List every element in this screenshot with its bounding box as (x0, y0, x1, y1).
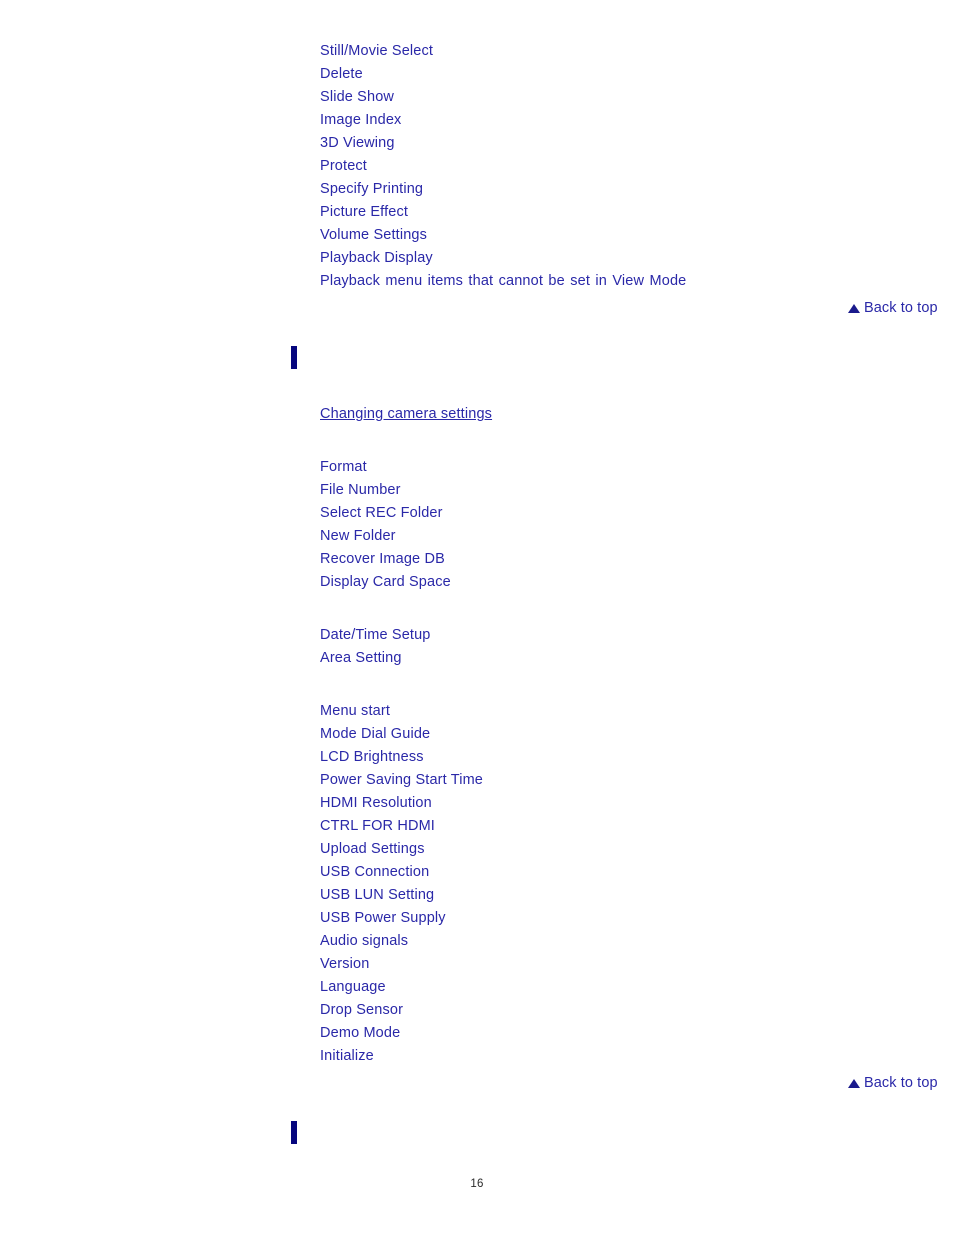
list-item: Picture Effect (320, 201, 686, 224)
setup-toc-link-11[interactable]: Version (320, 956, 369, 972)
back-to-top-label: Back to top (864, 300, 938, 316)
list-item: USB Connection (320, 861, 483, 884)
clock-toc-link-0[interactable]: Date/Time Setup (320, 627, 431, 643)
list-item: Playback Display (320, 247, 686, 270)
list-item: Mode Dial Guide (320, 723, 483, 746)
memory-card-toc-link-5[interactable]: Display Card Space (320, 574, 451, 590)
memory-card-toc-link-4[interactable]: Recover Image DB (320, 551, 445, 567)
setup-toc-link-2[interactable]: LCD Brightness (320, 749, 424, 765)
list-item: Select REC Folder (320, 502, 451, 525)
back-to-top-label: Back to top (864, 1075, 938, 1091)
changing-camera-settings-link[interactable]: Changing camera settings (320, 403, 492, 426)
list-item: USB LUN Setting (320, 884, 483, 907)
playback-toc-link-3[interactable]: Image Index (320, 112, 401, 128)
list-item: Upload Settings (320, 838, 483, 861)
memory-card-toc-link-0[interactable]: Format (320, 459, 367, 475)
setup-toc-link-3[interactable]: Power Saving Start Time (320, 772, 483, 788)
setup-toc-list: Menu start Mode Dial Guide LCD Brightness P… (320, 700, 483, 1068)
list-item: Slide Show (320, 86, 686, 109)
playback-toc-link-6[interactable]: Specify Printing (320, 181, 423, 197)
playback-toc-link-9[interactable]: Playback Display (320, 250, 433, 266)
list-item: Playback menu items that cannot be set i… (320, 270, 686, 293)
list-item: Area Setting (320, 647, 431, 670)
memory-card-toc-link-2[interactable]: Select REC Folder (320, 505, 443, 521)
setup-toc-link-15[interactable]: Initialize (320, 1048, 374, 1064)
clock-toc-link-1[interactable]: Area Setting (320, 650, 402, 666)
list-item: Demo Mode (320, 1022, 483, 1045)
playback-toc-link-2[interactable]: Slide Show (320, 89, 394, 105)
setup-toc-link-9[interactable]: USB Power Supply (320, 910, 446, 926)
playback-menu-toc-list: Still/Movie Select Delete Slide Show Image … (320, 40, 686, 293)
setup-toc-link-7[interactable]: USB Connection (320, 864, 429, 880)
list-item: Language (320, 976, 483, 999)
setup-toc-link-14[interactable]: Demo Mode (320, 1025, 400, 1041)
back-to-top-link-lower[interactable]: Back to top (848, 1073, 938, 1093)
setup-toc-link-5[interactable]: CTRL FOR HDMI (320, 818, 435, 834)
list-item: USB Power Supply (320, 907, 483, 930)
playback-toc-link-1[interactable]: Delete (320, 66, 363, 82)
list-item: 3D Viewing (320, 132, 686, 155)
list-item: Version (320, 953, 483, 976)
setup-toc-link-1[interactable]: Mode Dial Guide (320, 726, 430, 742)
section-marker-bar-upper (291, 346, 297, 369)
list-item: New Folder (320, 525, 451, 548)
setup-toc-link-12[interactable]: Language (320, 979, 386, 995)
list-item: Still/Movie Select (320, 40, 686, 63)
section-marker-bar-lower (291, 1121, 297, 1144)
setup-toc-link-13[interactable]: Drop Sensor (320, 1002, 403, 1018)
setup-toc-link-6[interactable]: Upload Settings (320, 841, 425, 857)
setup-toc-link-8[interactable]: USB LUN Setting (320, 887, 434, 903)
triangle-up-icon (848, 303, 860, 313)
list-item: Protect (320, 155, 686, 178)
memory-card-tool-toc-list: Format File Number Select REC Folder New Fo… (320, 456, 451, 594)
list-item: File Number (320, 479, 451, 502)
setup-toc-link-0[interactable]: Menu start (320, 703, 390, 719)
list-item: LCD Brightness (320, 746, 483, 769)
list-item: Drop Sensor (320, 999, 483, 1022)
clock-settings-toc-list: Date/Time Setup Area Setting (320, 624, 431, 670)
setup-toc-link-4[interactable]: HDMI Resolution (320, 795, 432, 811)
list-item: Format (320, 456, 451, 479)
list-item: Power Saving Start Time (320, 769, 483, 792)
playback-toc-link-8[interactable]: Volume Settings (320, 227, 427, 243)
list-item: CTRL FOR HDMI (320, 815, 483, 838)
playback-toc-link-4[interactable]: 3D Viewing (320, 135, 395, 151)
list-item: Menu start (320, 700, 483, 723)
memory-card-toc-link-3[interactable]: New Folder (320, 528, 396, 544)
list-item: Audio signals (320, 930, 483, 953)
playback-toc-link-0[interactable]: Still/Movie Select (320, 43, 433, 59)
playback-toc-link-10[interactable]: Playback menu items that cannot be set i… (320, 273, 686, 289)
setup-toc-link-10[interactable]: Audio signals (320, 933, 408, 949)
back-to-top-link-upper[interactable]: Back to top (848, 298, 938, 318)
list-item: Image Index (320, 109, 686, 132)
list-item: Specify Printing (320, 178, 686, 201)
list-item: Display Card Space (320, 571, 451, 594)
list-item: Volume Settings (320, 224, 686, 247)
list-item: Delete (320, 63, 686, 86)
playback-toc-link-7[interactable]: Picture Effect (320, 204, 408, 220)
page-number: 16 (470, 1178, 484, 1190)
memory-card-toc-link-1[interactable]: File Number (320, 482, 401, 498)
list-item: Recover Image DB (320, 548, 451, 571)
manual-page: Still/Movie Select Delete Slide Show Image … (0, 0, 954, 1235)
playback-toc-link-5[interactable]: Protect (320, 158, 367, 174)
list-item: Initialize (320, 1045, 483, 1068)
list-item: HDMI Resolution (320, 792, 483, 815)
triangle-up-icon (848, 1078, 860, 1088)
list-item: Date/Time Setup (320, 624, 431, 647)
